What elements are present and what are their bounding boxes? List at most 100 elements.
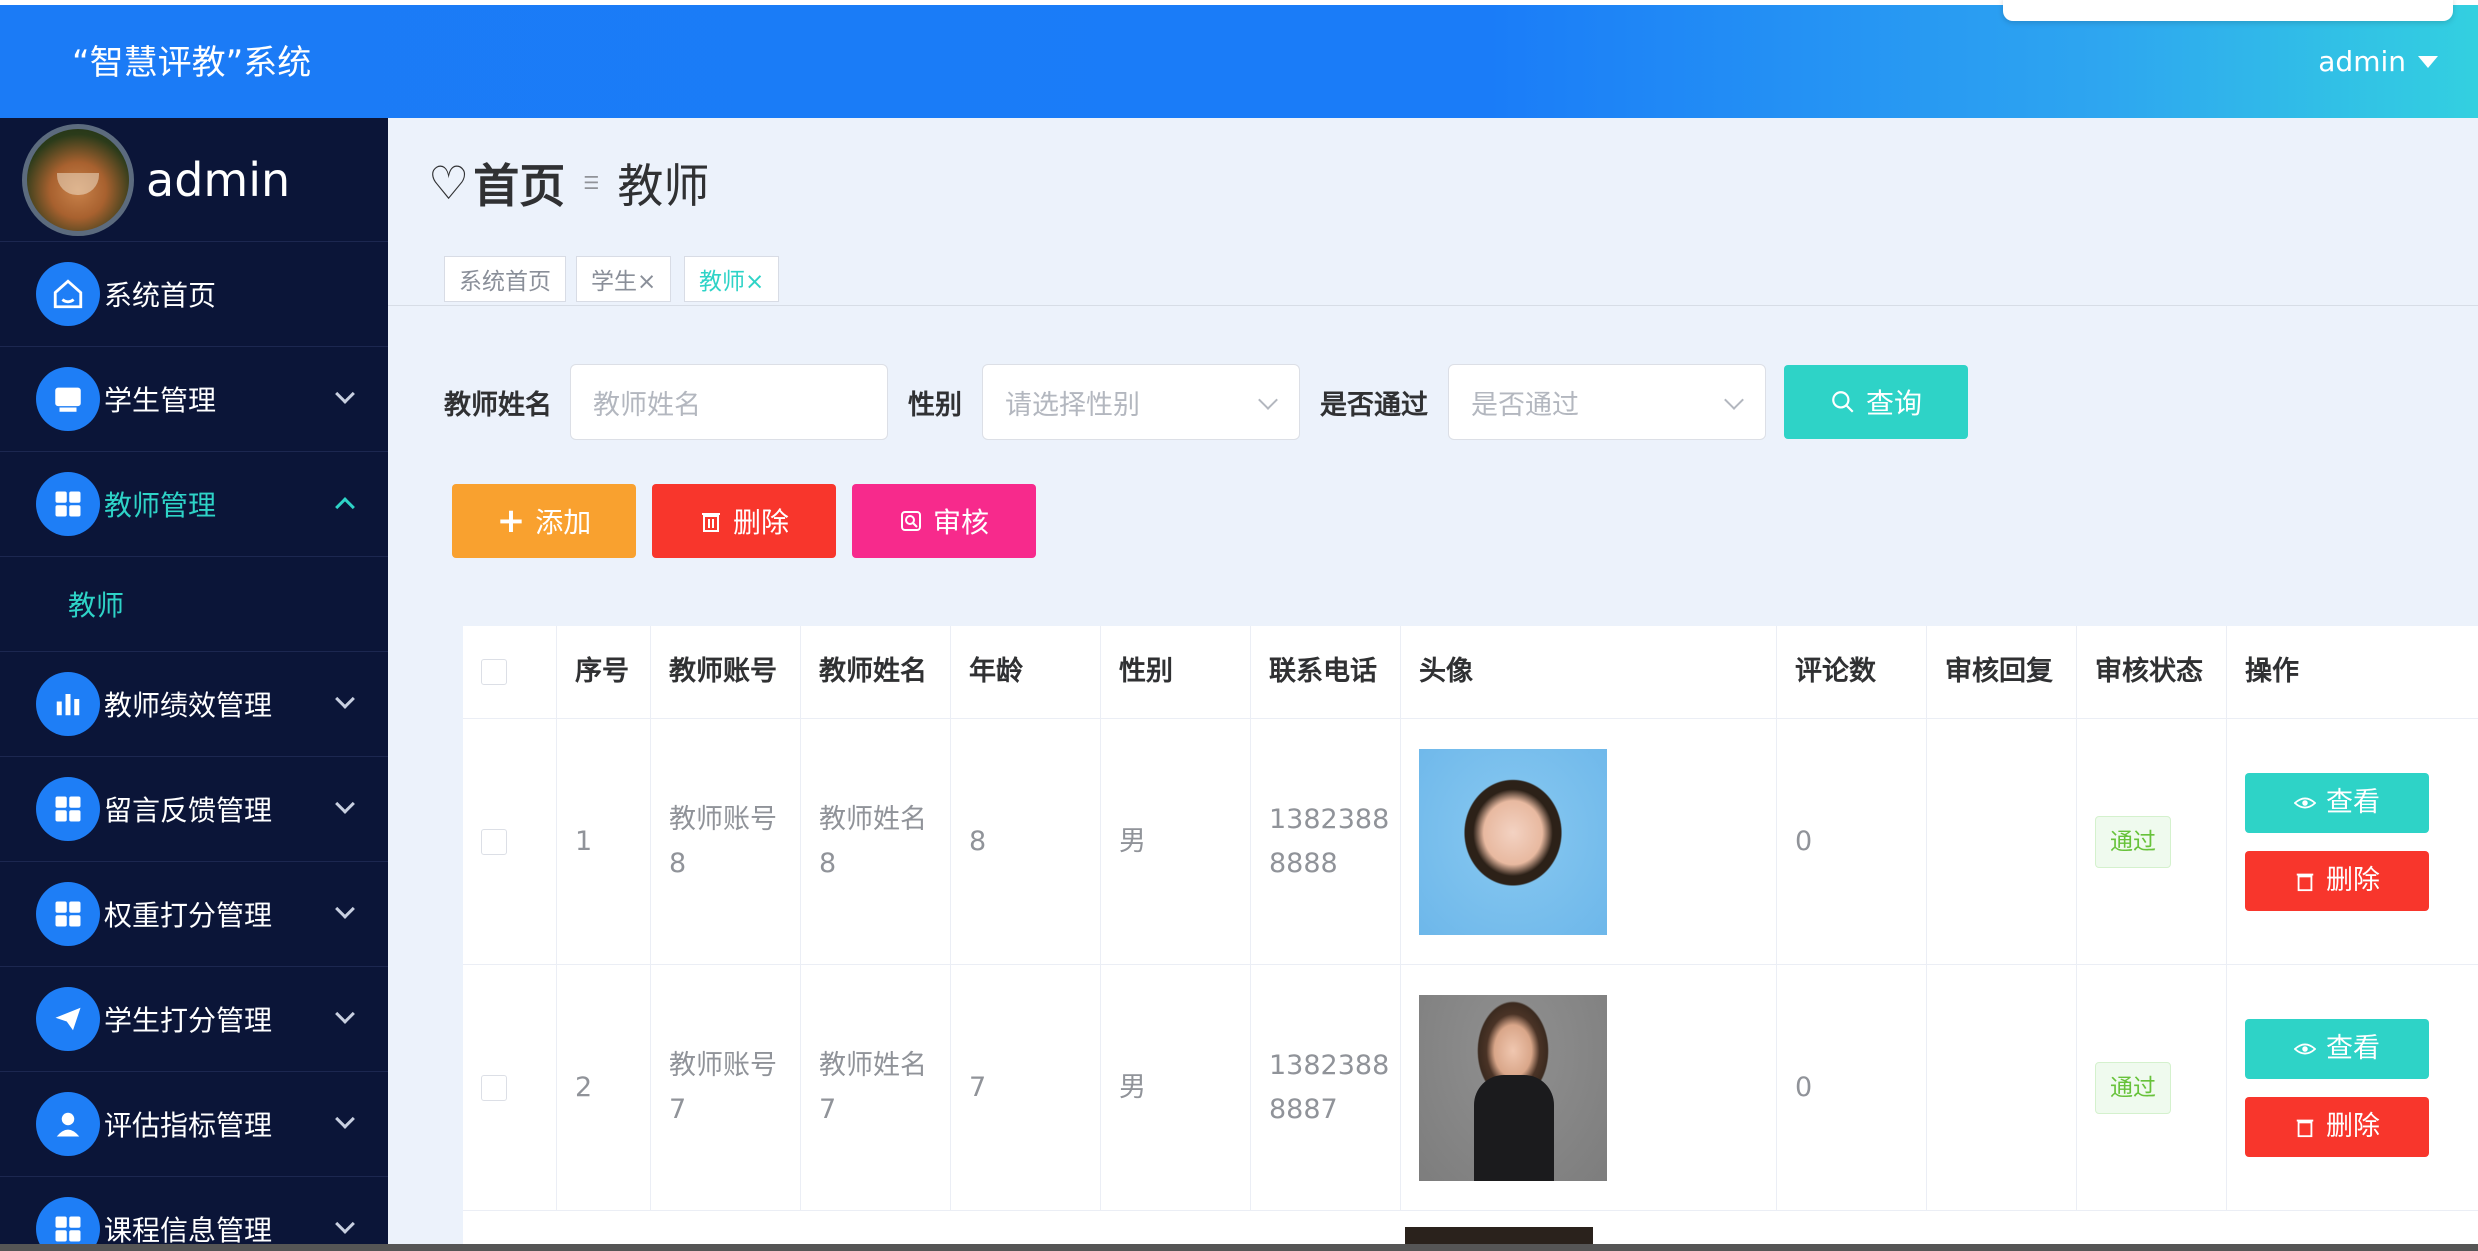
- search-icon: [1832, 391, 1854, 413]
- cell-age: 7: [951, 965, 1101, 1210]
- column-header: 审核状态: [2077, 626, 2227, 718]
- view-button[interactable]: 查看: [2245, 772, 2429, 833]
- cell-account-line2: 8: [669, 847, 687, 879]
- window-bottom-edge: [0, 1244, 2478, 1251]
- grid-icon: [36, 472, 100, 536]
- pass-select[interactable]: 是否通过: [1448, 364, 1766, 440]
- checkbox[interactable]: [481, 659, 507, 685]
- row-select[interactable]: [463, 719, 557, 964]
- cell-actions: 查看 删除: [2227, 965, 2453, 1210]
- cell-phone: 1382388 8887: [1251, 965, 1401, 1210]
- caret-down-icon: [2418, 55, 2438, 68]
- delete-button-label: 删除: [2326, 864, 2380, 896]
- teacher-table: 序号 教师账号 教师姓名 年龄 性别 联系电话 头像 评论数 审核回复 审核状态…: [463, 626, 2478, 1251]
- breadcrumb-separator-icon: ☰: [583, 172, 600, 194]
- delete-button[interactable]: 删除: [2245, 1096, 2429, 1157]
- column-header: 性别: [1101, 626, 1251, 718]
- audit-button-label: 审核: [932, 506, 989, 539]
- sidebar: admin 系统首页 学生管理 教师管理 教师 教师绩效管理 留言反馈管理 权重…: [0, 118, 388, 1251]
- student-icon: [36, 367, 100, 431]
- cell-actions: 查看 删除: [2227, 719, 2453, 964]
- sidebar-item-student-scoring[interactable]: 学生打分管理: [0, 967, 388, 1072]
- send-icon: [36, 987, 100, 1051]
- cell-name-line2: 8: [819, 847, 837, 879]
- audit-button[interactable]: 审核: [852, 484, 1036, 558]
- cell-index: 2: [557, 965, 651, 1210]
- sidebar-item-label: 学生管理: [104, 384, 217, 417]
- add-button[interactable]: + 添加: [452, 484, 636, 558]
- sidebar-item-feedback[interactable]: 留言反馈管理: [0, 757, 388, 862]
- sidebar-item-label: 评估指标管理: [104, 1109, 273, 1142]
- sidebar-item-teachers[interactable]: 教师管理: [0, 452, 388, 557]
- status-badge: 通过: [2095, 1061, 2171, 1114]
- cell-phone: 1382388 8888: [1251, 719, 1401, 964]
- table-header-row: 序号 教师账号 教师姓名 年龄 性别 联系电话 头像 评论数 审核回复 审核状态…: [463, 626, 2478, 719]
- main-content: ♡ 首页 ☰ 教师 系统首页 学生× 教师× 教师姓名 教师姓名 性别 请选择性…: [388, 118, 2478, 1251]
- chevron-down-icon: [335, 384, 355, 404]
- view-button-label: 查看: [2326, 786, 2380, 818]
- delete-button-label: 删除: [2326, 1110, 2380, 1142]
- status-badge: 通过: [2095, 815, 2171, 868]
- cell-gender: 男: [1101, 719, 1251, 964]
- column-header: 年龄: [951, 626, 1101, 718]
- header-select-all[interactable]: [463, 626, 557, 718]
- sidebar-username: admin: [146, 152, 291, 207]
- eye-icon: [2294, 1043, 2316, 1054]
- sidebar-item-evaluation-index[interactable]: 评估指标管理: [0, 1072, 388, 1177]
- search-bar: 教师姓名 教师姓名 性别 请选择性别 是否通过 是否通过 查询: [444, 364, 1968, 440]
- delete-button-label: 删除: [732, 506, 789, 539]
- breadcrumb: ♡ 首页 ☰ 教师: [428, 150, 709, 216]
- sidebar-item-course-info[interactable]: 课程信息管理: [0, 1177, 388, 1251]
- sidebar-item-weight-scoring[interactable]: 权重打分管理: [0, 862, 388, 967]
- tab-teachers[interactable]: 教师×: [684, 256, 780, 302]
- sidebar-item-home[interactable]: 系统首页: [0, 242, 388, 347]
- teacher-name-label: 教师姓名: [444, 389, 552, 421]
- app-title: “智慧评教”系统: [72, 43, 312, 83]
- cell-phone-line2: 8888: [1269, 847, 1338, 879]
- grid-icon: [36, 777, 100, 841]
- chevron-down-icon: [1258, 390, 1278, 410]
- sidebar-subitem-teacher[interactable]: 教师: [0, 557, 388, 652]
- view-button-label: 查看: [2326, 1032, 2380, 1064]
- checkbox[interactable]: [481, 1074, 507, 1101]
- cell-gender: 男: [1101, 965, 1251, 1210]
- user-menu[interactable]: admin: [2318, 45, 2438, 78]
- cell-name: 教师姓名 8: [801, 719, 951, 964]
- gender-select[interactable]: 请选择性别: [982, 364, 1300, 440]
- query-button[interactable]: 查询: [1784, 365, 1968, 439]
- checkbox[interactable]: [481, 828, 507, 855]
- chevron-down-icon: [335, 899, 355, 919]
- cell-name: 教师姓名 7: [801, 965, 951, 1210]
- trash-icon: [2296, 1119, 2314, 1137]
- cell-reply: [1927, 965, 2077, 1210]
- sidebar-item-label: 教师绩效管理: [104, 689, 273, 722]
- teacher-name-input[interactable]: 教师姓名: [570, 364, 888, 440]
- cell-comments: 0: [1777, 719, 1927, 964]
- avatar: [22, 123, 134, 236]
- trash-icon: [2296, 873, 2314, 891]
- sidebar-item-teacher-performance[interactable]: 教师绩效管理: [0, 652, 388, 757]
- column-header: 评论数: [1777, 626, 1927, 718]
- eye-icon: [2294, 797, 2316, 808]
- chevron-down-icon: [335, 1004, 355, 1024]
- tab-home[interactable]: 系统首页: [444, 256, 566, 302]
- chevron-down-icon: [335, 689, 355, 709]
- cell-phone-line2: 8887: [1269, 1093, 1338, 1125]
- view-button[interactable]: 查看: [2245, 1018, 2429, 1079]
- sidebar-item-label: 学生打分管理: [104, 1004, 273, 1037]
- column-header: 审核回复: [1927, 626, 2077, 718]
- tab-students[interactable]: 学生×: [576, 256, 672, 302]
- breadcrumb-home[interactable]: 首页: [473, 150, 565, 216]
- batch-delete-button[interactable]: 删除: [652, 484, 836, 558]
- cell-comments: 0: [1777, 965, 1927, 1210]
- user-icon: [36, 1092, 100, 1156]
- delete-button[interactable]: 删除: [2245, 850, 2429, 911]
- cell-name-line1: 教师姓名: [819, 1049, 927, 1081]
- sidebar-item-label: 权重打分管理: [104, 899, 273, 932]
- sidebar-item-label: 课程信息管理: [104, 1214, 273, 1247]
- sidebar-item-students[interactable]: 学生管理: [0, 347, 388, 452]
- cell-reply: [1927, 719, 2077, 964]
- cell-name-line1: 教师姓名: [819, 803, 927, 835]
- cell-index: 1: [557, 719, 651, 964]
- row-select[interactable]: [463, 965, 557, 1210]
